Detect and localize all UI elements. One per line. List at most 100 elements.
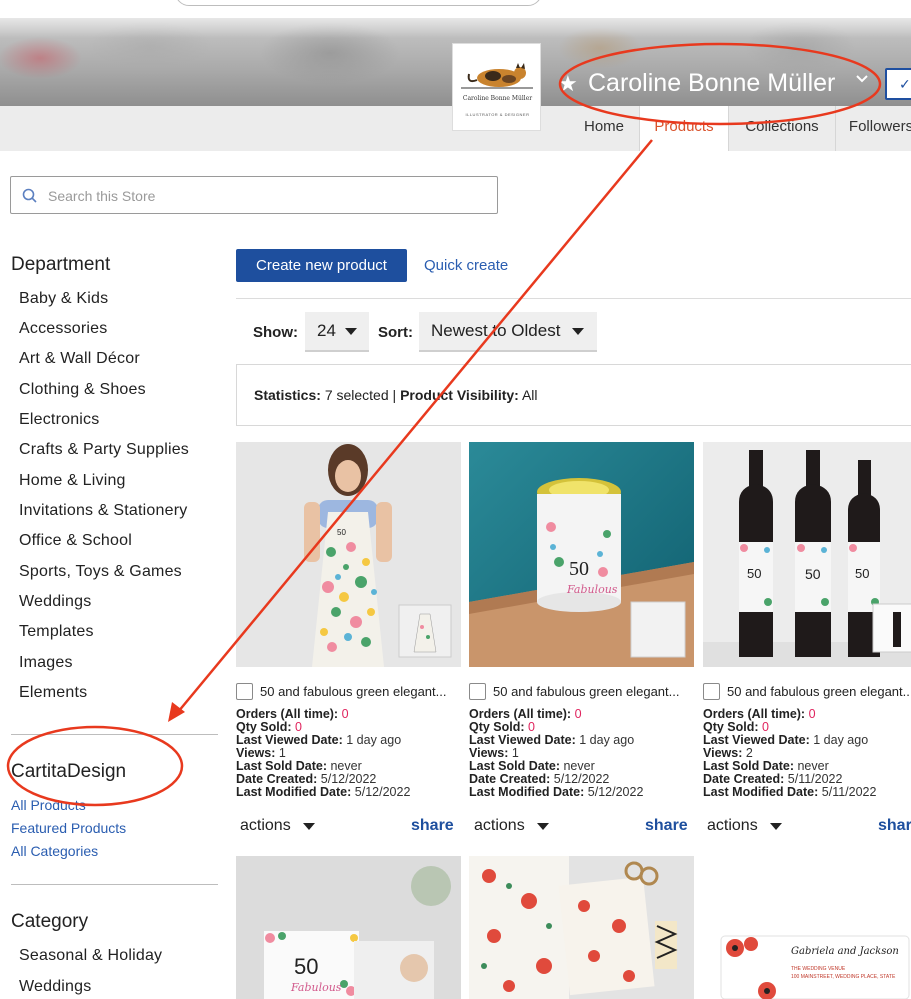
actions-label: actions	[474, 817, 525, 834]
product-stats: Orders (All time): 0 Qty Sold: 0 Last Vi…	[703, 708, 876, 799]
share-link[interactable]: share	[878, 817, 911, 835]
orders-value: 0	[574, 707, 582, 721]
all-categories-link[interactable]: All Categories	[11, 843, 98, 859]
caret-down-icon	[345, 328, 357, 335]
created-value: 5/11/2022	[787, 772, 843, 786]
sidebar-item-department[interactable]: Sports, Toys & Games	[19, 563, 182, 581]
sidebar-item-department[interactable]: Images	[19, 654, 73, 672]
orders-value: 0	[808, 707, 816, 721]
created-value: 5/12/2022	[553, 772, 610, 786]
search-input[interactable]	[46, 185, 480, 207]
sidebar-item-department[interactable]: Invitations & Stationery	[19, 502, 187, 520]
last-sold-label: Last Sold Date:	[703, 759, 794, 773]
tab-collections[interactable]: Collections	[729, 106, 835, 151]
modified-value: 5/12/2022	[587, 785, 644, 799]
views-label: Views:	[236, 746, 276, 760]
select-checkbox[interactable]	[469, 683, 486, 700]
sort-value: Newest to Oldest	[431, 321, 561, 340]
koozie-word: Fabulous	[567, 583, 618, 596]
store-logo[interactable]: Caroline Bonne Müller ILLUSTRATOR & DESI…	[452, 43, 541, 131]
show-label: Show:	[253, 324, 298, 341]
product-thumbnail[interactable]	[469, 856, 694, 999]
actions-dropdown[interactable]: actions	[474, 817, 549, 835]
modified-value: 5/11/2022	[821, 785, 877, 799]
actions-label: actions	[707, 817, 758, 834]
follow-button[interactable]: ✓	[885, 68, 911, 100]
label-address: 100 MAINSTREET, WEDDING PLACE, STATE	[791, 974, 896, 980]
store-badge-icon: ★	[558, 71, 578, 96]
views-value: 1	[278, 746, 286, 760]
visibility-value[interactable]: All	[522, 387, 538, 403]
show-select[interactable]: 24	[305, 312, 369, 352]
apron-image	[236, 442, 461, 667]
global-search-pill[interactable]	[175, 0, 542, 6]
last-viewed-label: Last Viewed Date:	[703, 733, 810, 747]
sidebar-item-department[interactable]: Electronics	[19, 411, 99, 429]
sidebar-item-department[interactable]: Baby & Kids	[19, 290, 108, 308]
statistics-value[interactable]: 7 selected |	[325, 387, 396, 403]
sidebar-divider	[11, 734, 218, 735]
sidebar-item-department[interactable]: Home & Living	[19, 472, 126, 490]
qty-label: Qty Sold:	[469, 720, 525, 734]
wine-bottles-image	[703, 442, 911, 667]
share-link[interactable]: share	[411, 817, 454, 835]
featured-products-link[interactable]: Featured Products	[11, 820, 126, 836]
product-thumbnail[interactable]: 50 50 50	[703, 442, 911, 667]
created-label: Date Created:	[703, 772, 785, 786]
orders-label: Orders (All time):	[236, 707, 339, 721]
actions-dropdown[interactable]: actions	[707, 817, 782, 835]
sort-label: Sort:	[378, 324, 413, 341]
chevron-down-icon[interactable]	[855, 74, 869, 84]
views-label: Views:	[703, 746, 743, 760]
sidebar-item-category[interactable]: Weddings	[19, 978, 91, 996]
store-search	[10, 176, 498, 214]
select-checkbox[interactable]	[703, 683, 720, 700]
last-sold-label: Last Sold Date:	[236, 759, 327, 773]
product-thumbnail[interactable]: Gabriela and Jackson THE WEDDING VENUE 1…	[703, 856, 911, 999]
last-viewed-value: 1 day ago	[579, 733, 635, 747]
product-thumbnail[interactable]: 50 Fabulous	[236, 856, 461, 999]
sidebar-item-department[interactable]: Elements	[19, 684, 87, 702]
views-label: Views:	[469, 746, 509, 760]
sidebar-item-department[interactable]: Clothing & Shoes	[19, 381, 146, 399]
create-product-button[interactable]: Create new product	[236, 249, 407, 282]
sidebar-item-category[interactable]: Seasonal & Holiday	[19, 947, 162, 965]
product-title[interactable]: 50 and fabulous green elegant...	[493, 684, 679, 699]
product-thumbnail[interactable]: 50 Fabulous	[469, 442, 694, 667]
store-name[interactable]: Caroline Bonne Müller	[588, 66, 835, 100]
sidebar-item-department[interactable]: Art & Wall Décor	[19, 350, 140, 368]
modified-label: Last Modified Date:	[236, 785, 352, 799]
arrow-head-icon	[168, 702, 185, 722]
product-title[interactable]: 50 and fabulous green elegant...	[727, 684, 911, 699]
product-stats: Orders (All time): 0 Qty Sold: 0 Last Vi…	[469, 708, 643, 799]
modified-label: Last Modified Date:	[469, 785, 585, 799]
sort-select[interactable]: Newest to Oldest	[419, 312, 597, 352]
banner-highlight	[0, 18, 911, 38]
qty-value: 0	[295, 720, 302, 734]
actions-dropdown[interactable]: actions	[240, 817, 315, 835]
invitation-word: Fabulous	[291, 981, 342, 994]
product-thumbnail[interactable]: 50	[236, 442, 461, 667]
wrapping-paper-image	[469, 856, 694, 999]
cat-illustration-icon	[461, 63, 533, 89]
sidebar-item-department[interactable]: Crafts & Party Supplies	[19, 441, 189, 459]
can-cooler-image	[469, 442, 694, 667]
tab-home[interactable]: Home	[569, 106, 639, 151]
tab-products[interactable]: Products	[640, 106, 728, 151]
qty-value: 0	[528, 720, 535, 734]
quick-create-link[interactable]: Quick create	[424, 257, 508, 274]
wine-number: 50	[805, 566, 821, 582]
sidebar-item-department[interactable]: Weddings	[19, 593, 91, 611]
sidebar-item-department[interactable]: Templates	[19, 623, 94, 641]
category-heading: Category	[11, 911, 89, 932]
sidebar-item-department[interactable]: Accessories	[19, 320, 107, 338]
tab-followers[interactable]: Followers	[836, 106, 911, 151]
last-sold-value: never	[563, 759, 595, 773]
share-link[interactable]: share	[645, 817, 688, 835]
views-value: 1	[511, 746, 519, 760]
all-products-link[interactable]: All Products	[11, 797, 86, 813]
product-title[interactable]: 50 and fabulous green elegant...	[260, 684, 446, 699]
sidebar-item-department[interactable]: Office & School	[19, 532, 132, 550]
select-checkbox[interactable]	[236, 683, 253, 700]
created-label: Date Created:	[236, 772, 318, 786]
